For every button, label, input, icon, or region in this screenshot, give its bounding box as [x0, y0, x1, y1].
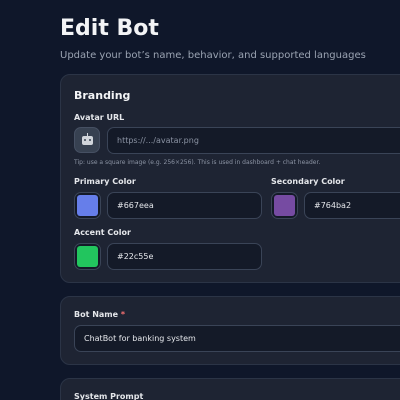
bot-name-input[interactable]: ChatBot for banking system [74, 325, 400, 352]
page-header: Edit Bot Update your bot’s name, behavio… [60, 14, 366, 61]
accent-color-preview [77, 246, 98, 267]
secondary-color-label: Secondary Color [271, 177, 345, 186]
branding-card: Branding Avatar URL https://.../avatar.p… [60, 74, 400, 283]
edit-bot-page: Edit Bot Update your bot’s name, behavio… [0, 0, 400, 400]
primary-color-label: Primary Color [74, 177, 136, 186]
primary-color-input[interactable]: #667eea [107, 192, 262, 219]
page-title: Edit Bot [60, 16, 159, 41]
bot-name-label: Bot Name * [74, 310, 125, 319]
secondary-color-swatch[interactable] [271, 192, 298, 219]
avatar-url-label: Avatar URL [74, 113, 125, 122]
primary-color-preview [77, 195, 98, 216]
bot-icon [81, 132, 93, 145]
avatar-url-input[interactable]: https://.../avatar.png [107, 127, 400, 154]
system-prompt-label: System Prompt [74, 392, 144, 400]
bot-name-card: Bot Name * ChatBot for banking system [60, 296, 400, 365]
branding-section-title: Branding [74, 89, 131, 102]
required-mark: * [120, 310, 126, 319]
bot-name-label-text: Bot Name [74, 310, 119, 319]
secondary-color-preview [274, 195, 295, 216]
accent-color-input[interactable]: #22c55e [107, 243, 262, 270]
primary-color-swatch[interactable] [74, 192, 101, 219]
system-prompt-card: System Prompt [60, 378, 400, 400]
secondary-color-input[interactable]: #764ba2 [304, 192, 400, 219]
page-subtitle: Update your bot’s name, behavior, and su… [60, 50, 366, 61]
avatar-url-hint: Tip: use a square image (e.g. 256×256). … [74, 159, 321, 166]
accent-color-label: Accent Color [74, 228, 131, 237]
avatar-preview[interactable] [74, 127, 100, 153]
accent-color-swatch[interactable] [74, 243, 101, 270]
